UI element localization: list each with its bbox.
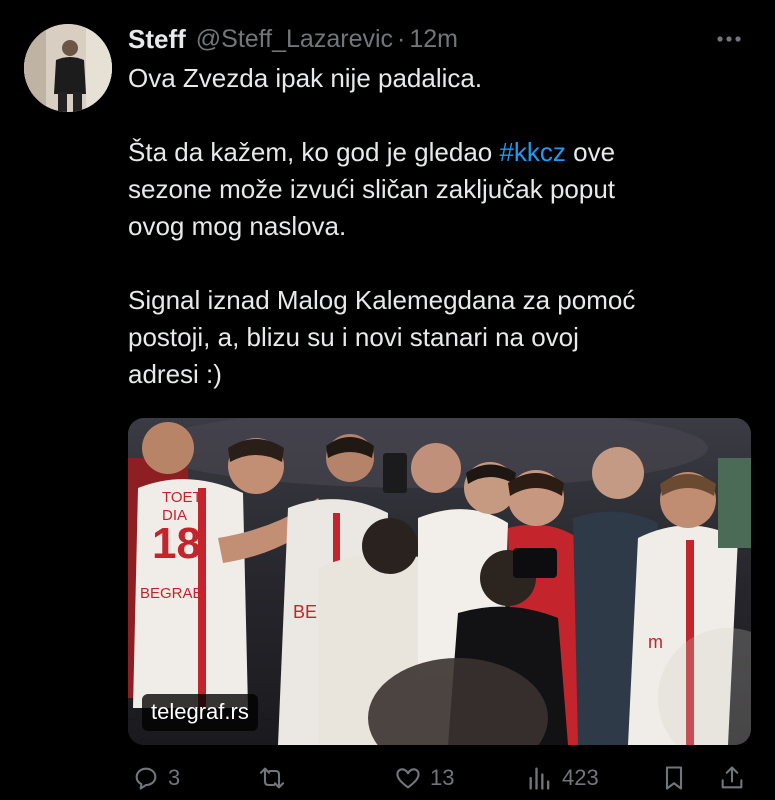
text-line: Šta da kažem, ko god je gledao #kkcz ove	[128, 134, 748, 171]
text-line: sezone može izvući sličan zaključak popu…	[128, 174, 616, 204]
views-count: 423	[562, 765, 599, 790]
views-button[interactable]: 423	[526, 760, 599, 796]
timestamp[interactable]: 12m	[409, 25, 458, 54]
avatar[interactable]	[24, 24, 112, 112]
tweet-photo[interactable]: 18 TOET DIA BEGRAE BE m telegraf.rs	[128, 418, 751, 745]
like-button[interactable]: 13	[394, 760, 454, 796]
bookmark-button[interactable]	[660, 760, 688, 796]
text-line: postoji, a, blizu su i novi stanari na o…	[128, 322, 579, 352]
tweet-header: Steff @Steff_Lazarevic · 12m	[128, 22, 747, 56]
more-icon[interactable]	[711, 26, 747, 52]
jersey-text: DIA	[162, 507, 187, 524]
jersey-text: m	[648, 632, 663, 652]
jersey-text: TOET	[162, 489, 202, 506]
hashtag-link[interactable]: #kkcz	[499, 137, 565, 167]
tweet-text: Ova Zvezda ipak nije padalica. Šta da ka…	[128, 60, 748, 393]
bookmark-icon	[665, 766, 683, 790]
text-segment: Šta da kažem, ko god je gledao	[128, 137, 500, 167]
reply-icon	[135, 767, 157, 790]
reply-button[interactable]: 3	[132, 760, 180, 796]
reply-count: 3	[168, 765, 181, 790]
share-icon	[721, 766, 743, 789]
like-count: 13	[430, 765, 455, 790]
separator-dot: ·	[397, 24, 406, 53]
retweet-button[interactable]	[258, 760, 294, 796]
avatar-image	[24, 24, 112, 112]
tweet-actions: 3 13 423	[128, 760, 748, 796]
author-name[interactable]: Steff	[128, 24, 186, 55]
jersey-text: BE	[293, 602, 317, 622]
retweet-icon	[259, 767, 285, 789]
text-line: Ova Zvezda ipak nije padalica.	[128, 63, 483, 93]
jersey-number: 18	[152, 519, 201, 568]
media-source-badge: telegraf.rs	[142, 694, 258, 731]
text-segment: ove	[565, 137, 616, 167]
text-line: Signal iznad Malog Kalemegdana za pomoć	[128, 285, 636, 315]
text-line: ovog mog naslova.	[128, 211, 347, 241]
author-handle[interactable]: @Steff_Lazarevic	[196, 25, 393, 54]
share-button[interactable]	[718, 760, 746, 796]
views-icon	[529, 767, 550, 790]
jersey-text: BEGRAE	[140, 585, 203, 602]
like-icon	[396, 768, 420, 789]
text-line: adresi :)	[128, 359, 222, 389]
